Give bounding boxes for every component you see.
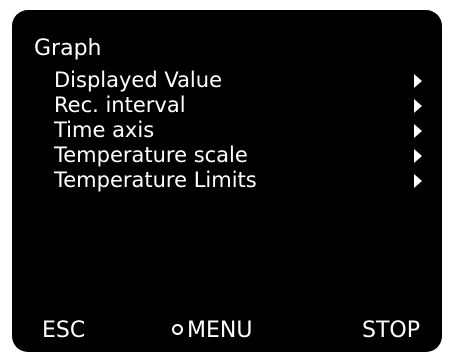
- stop-softkey[interactable]: STOP: [362, 316, 420, 346]
- softkey-bar: ESC MENU STOP: [12, 316, 442, 346]
- menu-item-time-axis[interactable]: Time axis: [54, 118, 422, 143]
- esc-softkey[interactable]: ESC: [42, 316, 85, 346]
- menu-item-temperature-limits[interactable]: Temperature Limits: [54, 168, 422, 193]
- submenu-arrow-icon: [414, 149, 422, 163]
- menu-softkey[interactable]: MENU: [172, 316, 252, 346]
- circle-icon: [172, 323, 183, 335]
- menu-item-label: Rec. interval: [54, 93, 186, 117]
- menu-softkey-label: MENU: [187, 318, 253, 343]
- submenu-arrow-icon: [414, 174, 422, 188]
- menu-item-label: Displayed Value: [54, 68, 222, 92]
- display-screen: Graph Displayed Value Rec. interval Time…: [12, 10, 442, 352]
- submenu-arrow-icon: [414, 99, 422, 113]
- submenu-arrow-icon: [414, 74, 422, 88]
- submenu-arrow-icon: [414, 124, 422, 138]
- menu-item-label: Temperature scale: [54, 143, 248, 167]
- menu-item-displayed-value[interactable]: Displayed Value: [54, 68, 422, 93]
- menu-item-rec-interval[interactable]: Rec. interval: [54, 93, 422, 118]
- menu-list: Displayed Value Rec. interval Time axis …: [54, 68, 422, 193]
- menu-item-label: Temperature Limits: [54, 168, 257, 192]
- menu-item-temperature-scale[interactable]: Temperature scale: [54, 143, 422, 168]
- menu-item-label: Time axis: [54, 118, 155, 142]
- menu-title: Graph: [34, 36, 102, 61]
- device-frame: Graph Displayed Value Rec. interval Time…: [0, 0, 453, 356]
